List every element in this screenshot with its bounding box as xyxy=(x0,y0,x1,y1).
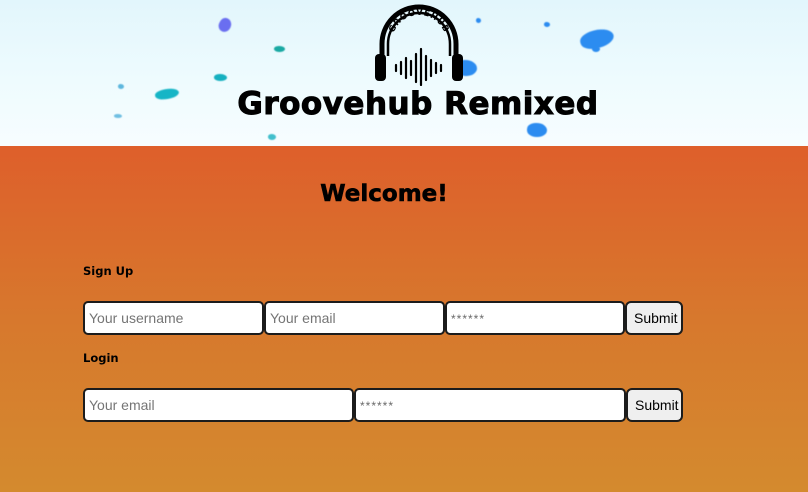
groovehub-logo: GROOVEHUB xyxy=(375,4,463,86)
decorative-blob xyxy=(476,18,481,23)
main-content: Welcome! Sign Up Submit Login Submit xyxy=(0,146,808,492)
signup-username-input[interactable] xyxy=(83,301,264,335)
site-title: Groovehub Remixed xyxy=(237,86,599,123)
decorative-blob xyxy=(592,46,600,52)
login-email-input[interactable] xyxy=(83,388,354,422)
decorative-blob xyxy=(216,15,234,35)
welcome-heading: Welcome! xyxy=(320,181,448,208)
decorative-blob xyxy=(544,22,550,27)
signup-email-input[interactable] xyxy=(264,301,445,335)
signup-label: Sign Up xyxy=(83,264,134,278)
page-header: GROOVEHUB Groovehub Remixed xyxy=(0,0,808,146)
decorative-blob xyxy=(527,123,547,137)
login-label: Login xyxy=(83,351,119,365)
login-password-input[interactable] xyxy=(354,388,626,422)
login-submit-button[interactable]: Submit xyxy=(626,388,683,422)
signup-submit-button[interactable]: Submit xyxy=(625,301,683,335)
decorative-blob xyxy=(214,74,227,81)
signup-password-input[interactable] xyxy=(445,301,625,335)
decorative-blob xyxy=(274,46,285,52)
decorative-blob xyxy=(268,134,276,140)
